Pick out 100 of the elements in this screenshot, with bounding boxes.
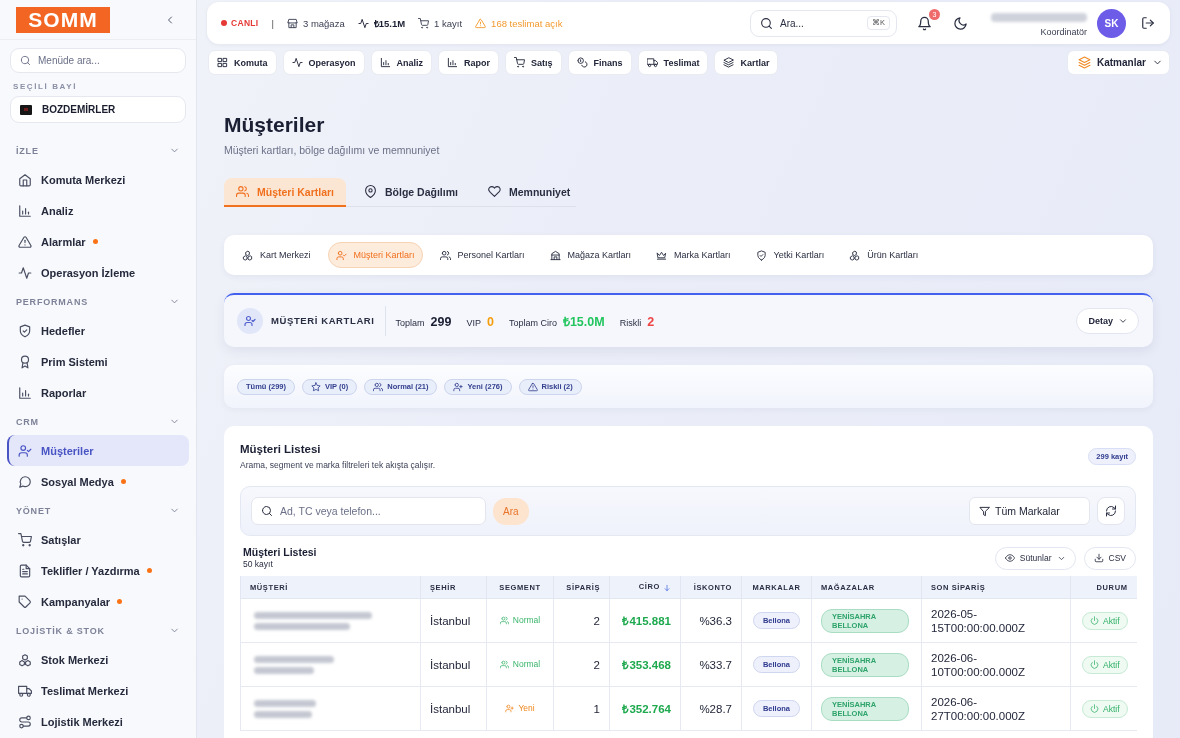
arrow-down-icon xyxy=(663,583,671,592)
discount-rate: %28.7 xyxy=(699,702,732,715)
eye-icon xyxy=(1004,553,1015,563)
building-icon xyxy=(549,249,561,261)
sidebar-item[interactable]: Alarmlar xyxy=(7,226,189,257)
moon-icon xyxy=(953,15,968,31)
user-check-icon xyxy=(335,249,347,261)
route-icon xyxy=(18,714,32,729)
sidebar-item[interactable]: Komuta Merkezi xyxy=(7,164,189,195)
sidebar-item[interactable]: Kampanyalar xyxy=(7,586,189,617)
download-icon xyxy=(1093,553,1104,563)
card-tab[interactable]: Personel Kartları xyxy=(431,242,533,268)
section-header[interactable]: YÖNET xyxy=(0,497,196,524)
medal-icon xyxy=(18,354,32,369)
nav-button[interactable]: Finans xyxy=(567,50,632,75)
bar-chart-icon xyxy=(18,203,32,218)
sidebar-item[interactable]: Analiz xyxy=(7,195,189,226)
order-count: 1 xyxy=(593,702,600,715)
card-tab[interactable]: Mağaza Kartları xyxy=(541,242,640,268)
brand-select[interactable]: Tüm Markalar xyxy=(969,497,1090,525)
pulse-icon xyxy=(291,57,303,68)
sidebar-item[interactable]: Lojistik Merkezi xyxy=(7,706,189,737)
filter-icon xyxy=(979,505,990,517)
list-title: Müşteri Listesi xyxy=(240,442,322,456)
card-tab[interactable]: Kart Merkezi xyxy=(234,242,319,268)
refresh-button[interactable] xyxy=(1097,497,1125,525)
detail-button[interactable]: Detay xyxy=(1076,308,1139,334)
sidebar-item[interactable]: Hedefler xyxy=(7,315,189,346)
warning-icon xyxy=(475,17,487,29)
dealer-selector[interactable]: BOZDEMİRLER xyxy=(10,96,186,123)
section-header[interactable]: LOJİSTİK & STOK xyxy=(0,617,196,644)
bar-chart-icon xyxy=(18,385,32,400)
list-subtitle: Arama, segment ve marka filtreleri tek akışta çalışır. xyxy=(240,459,436,471)
stat-text: 3 mağaza xyxy=(302,17,345,29)
sidebar-item[interactable]: Operasyon İzleme xyxy=(7,257,189,288)
truck-icon xyxy=(646,57,658,68)
revenue-amount: ₺352.764 xyxy=(622,703,671,715)
nav-button[interactable]: Teslimat xyxy=(637,50,709,75)
user-check-icon xyxy=(18,443,32,458)
layers-icon xyxy=(1078,56,1091,69)
segment-label: Normal xyxy=(499,615,541,625)
divider-glyph: | xyxy=(271,17,274,29)
columns-button[interactable]: Sütunlar xyxy=(994,546,1076,570)
users-icon xyxy=(439,249,451,261)
order-count: 2 xyxy=(593,614,600,627)
refresh-icon xyxy=(1105,505,1117,517)
chevron-down-icon xyxy=(1118,316,1128,326)
bar-chart-icon xyxy=(379,57,391,68)
sidebar-item[interactable]: Teklifler / Yazdırma xyxy=(7,555,189,586)
sidebar-item[interactable]: Prim Sistemi xyxy=(7,346,189,377)
logout-button[interactable] xyxy=(1139,14,1157,32)
tab[interactable]: Memnuniyet xyxy=(475,178,583,207)
nav-button[interactable]: Operasyon xyxy=(282,50,365,75)
csv-button[interactable]: CSV xyxy=(1083,546,1136,570)
boxes-icon xyxy=(242,249,253,261)
sidebar-item[interactable]: Sosyal Medya xyxy=(7,466,189,497)
segment-label: Yeni xyxy=(505,703,535,713)
last-order-date: 2026-05-15T00:00:00.000Z xyxy=(931,606,1026,635)
cart-icon xyxy=(418,17,430,29)
card-tab[interactable]: Yetki Kartları xyxy=(747,242,833,268)
warning-icon xyxy=(18,234,32,249)
sidebar-item[interactable]: Stok Merkezi xyxy=(7,644,189,675)
layers-icon xyxy=(723,57,735,68)
home-icon xyxy=(18,172,32,187)
nav-button[interactable]: Satış xyxy=(505,50,562,75)
status-badge: Aktif xyxy=(1081,699,1128,718)
dealer-logo-icon xyxy=(20,104,32,115)
power-icon xyxy=(1089,616,1099,625)
segment-label: Normal xyxy=(499,659,541,669)
store-icon xyxy=(286,17,298,29)
stat-text: 1 kayıt xyxy=(434,17,463,29)
section-header[interactable]: PERFORMANS xyxy=(0,288,196,315)
stat-value: 2 xyxy=(647,314,655,329)
city-text: İstanbul xyxy=(430,614,471,627)
sidebar-item[interactable]: Teslimat Merkezi xyxy=(7,675,189,706)
live-status: CANLI xyxy=(231,18,259,28)
menu-search-field[interactable]: Menüde ara... xyxy=(10,48,186,73)
sidebar-item[interactable]: Satışlar xyxy=(7,524,189,555)
card-tab[interactable]: Ürün Kartları xyxy=(841,242,927,268)
sidebar-item[interactable]: Raporlar xyxy=(7,377,189,408)
nav-button[interactable]: Analiz xyxy=(370,50,433,75)
card-tab[interactable]: Marka Kartları xyxy=(648,242,739,268)
power-icon xyxy=(1089,704,1099,713)
layers-button[interactable]: Katmanlar xyxy=(1067,50,1170,75)
page-title: Müşteriler xyxy=(224,113,326,137)
stat-label: VIP xyxy=(466,317,481,328)
nav-button[interactable]: Komuta xyxy=(208,50,277,75)
cart-icon xyxy=(514,57,526,68)
section-header[interactable]: İZLE xyxy=(0,137,196,164)
discount-rate: %33.7 xyxy=(699,658,732,671)
sidebar-item[interactable]: Müşteriler xyxy=(7,435,189,466)
nav-button[interactable]: Kartlar xyxy=(714,50,779,75)
pulse-icon xyxy=(357,17,369,29)
tab[interactable]: Bölge Dağılımı xyxy=(352,178,470,207)
section-header[interactable]: CRM xyxy=(0,408,196,435)
avatar[interactable]: SK xyxy=(1097,8,1126,38)
stat-value: ₺15.0M xyxy=(562,313,605,330)
customer-search-field[interactable]: Ad, TC veya telefon... xyxy=(251,497,486,525)
nav-button[interactable]: Rapor xyxy=(438,50,500,75)
boxes-icon xyxy=(849,249,861,261)
